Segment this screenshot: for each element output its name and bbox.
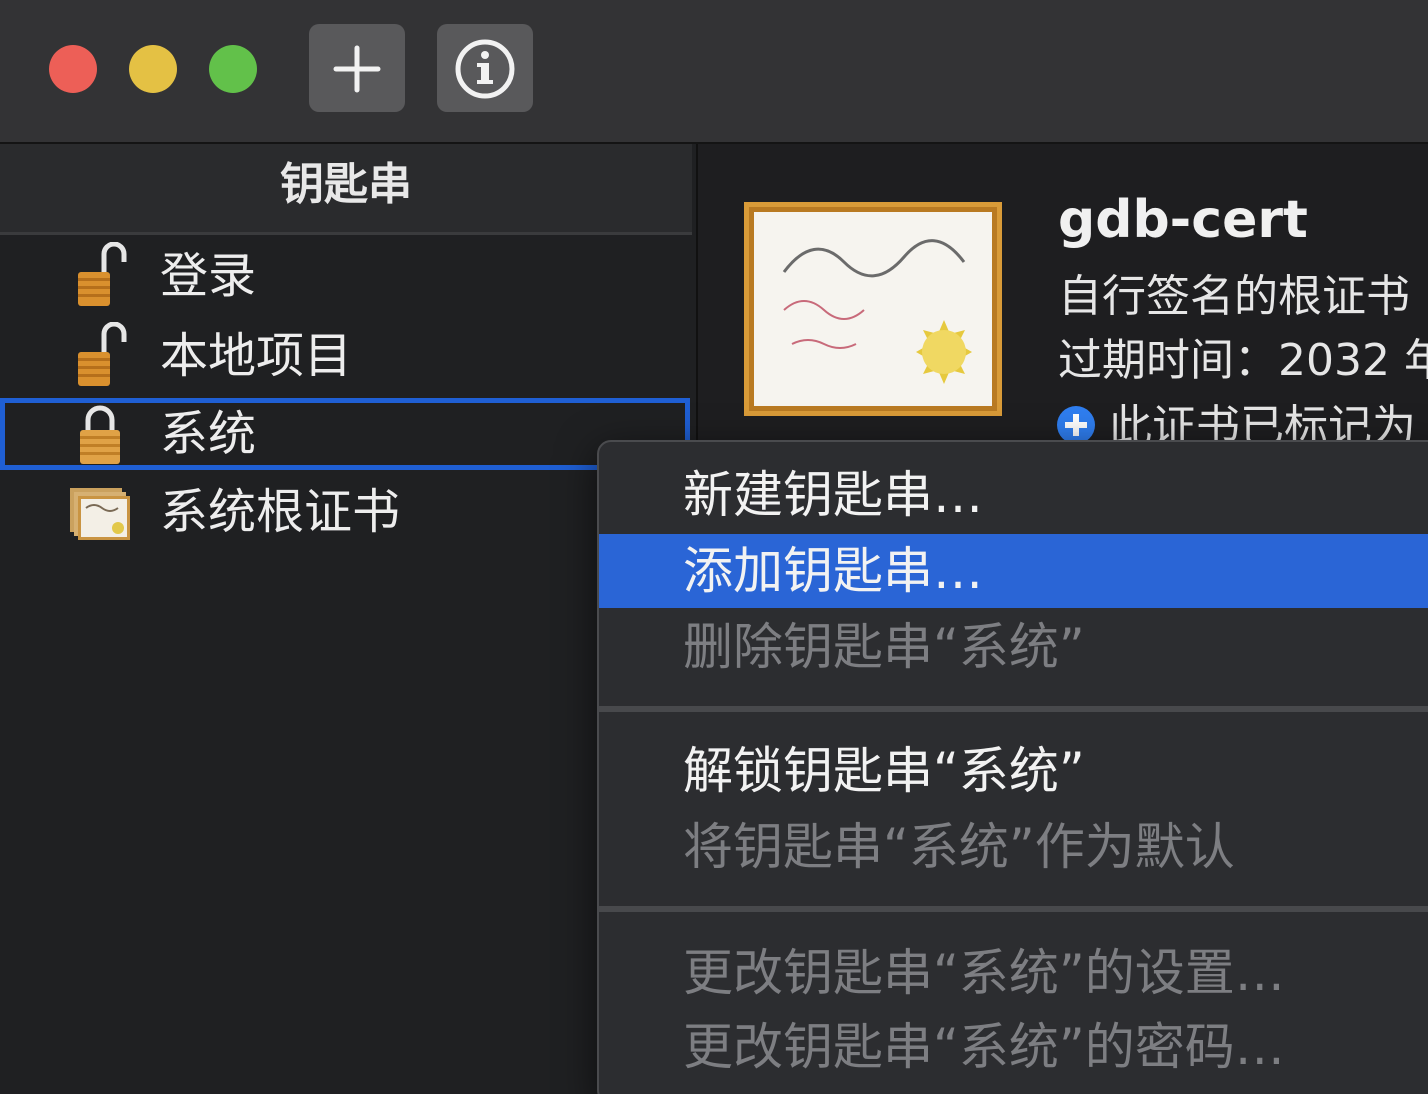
menu-item-add-keychain[interactable]: 添加钥匙串… <box>599 534 1428 608</box>
close-window-button[interactable] <box>49 45 97 93</box>
menu-item-change-password[interactable]: 更改钥匙串“系统”的密码… <box>599 1010 1428 1084</box>
certificate-expiry: 过期时间：2032 年 <box>1058 335 1428 386</box>
minimize-window-button[interactable] <box>129 45 177 93</box>
locked-padlock-icon <box>80 405 120 464</box>
get-info-button[interactable] <box>437 24 533 112</box>
certificate-icon <box>744 202 1002 416</box>
menu-item-label: 更改钥匙串“系统”的设置… <box>683 944 1285 1002</box>
menu-item-change-settings[interactable]: 更改钥匙串“系统”的设置… <box>599 936 1428 1010</box>
toolbar <box>0 0 1428 144</box>
sidebar-item-login[interactable]: 登录 <box>0 240 692 312</box>
sidebar-item-label: 系统根证书 <box>160 484 401 540</box>
keychain-context-menu: 新建钥匙串… 添加钥匙串… 删除钥匙串“系统” 解锁钥匙串“系统” 将钥匙串“系… <box>597 440 1428 1094</box>
certificate-kind: 自行签名的根证书 <box>1058 271 1410 322</box>
keychains-sidebar: 钥匙串 登录 本地项目 系统 系统根证书 <box>0 144 698 1094</box>
menu-separator <box>599 706 1428 712</box>
menu-item-label: 将钥匙串“系统”作为默认 <box>683 818 1235 876</box>
plus-icon <box>333 45 381 93</box>
menu-item-label: 解锁钥匙串“系统” <box>683 742 1085 800</box>
sidebar-item-label: 本地项目 <box>160 328 353 384</box>
menu-item-label: 更改钥匙串“系统”的密码… <box>683 1018 1285 1076</box>
menu-item-label: 添加钥匙串… <box>683 542 983 600</box>
sidebar-item-label: 登录 <box>160 248 257 304</box>
sidebar-item-system-roots[interactable]: 系统根证书 <box>0 476 692 548</box>
menu-item-label: 删除钥匙串“系统” <box>683 618 1085 676</box>
zoom-window-button[interactable] <box>209 45 257 93</box>
unlocked-padlock-icon <box>78 322 127 386</box>
unlocked-padlock-icon <box>78 242 127 306</box>
menu-item-label: 新建钥匙串… <box>683 466 983 524</box>
sidebar-item-label: 系统 <box>160 406 257 462</box>
menu-item-make-default-keychain[interactable]: 将钥匙串“系统”作为默认 <box>599 810 1428 884</box>
sidebar-item-local-items[interactable]: 本地项目 <box>0 320 692 392</box>
sidebar-header: 钥匙串 <box>0 144 692 235</box>
sidebar-item-system[interactable]: 系统 <box>0 398 690 470</box>
keychain-access-window: 钥匙串 登录 本地项目 系统 系统根证书 gdb-cert 自行签名的根证书 过… <box>0 0 1428 1094</box>
menu-item-unlock-keychain[interactable]: 解锁钥匙串“系统” <box>599 734 1428 808</box>
certificate-stack-icon <box>70 488 130 540</box>
add-item-button[interactable] <box>309 24 405 112</box>
menu-separator <box>599 906 1428 912</box>
plus-circle-icon <box>1057 406 1095 444</box>
certificate-name: gdb-cert <box>1058 190 1308 250</box>
menu-item-delete-keychain[interactable]: 删除钥匙串“系统” <box>599 610 1428 684</box>
menu-item-new-keychain[interactable]: 新建钥匙串… <box>599 458 1428 532</box>
info-icon <box>455 39 515 99</box>
